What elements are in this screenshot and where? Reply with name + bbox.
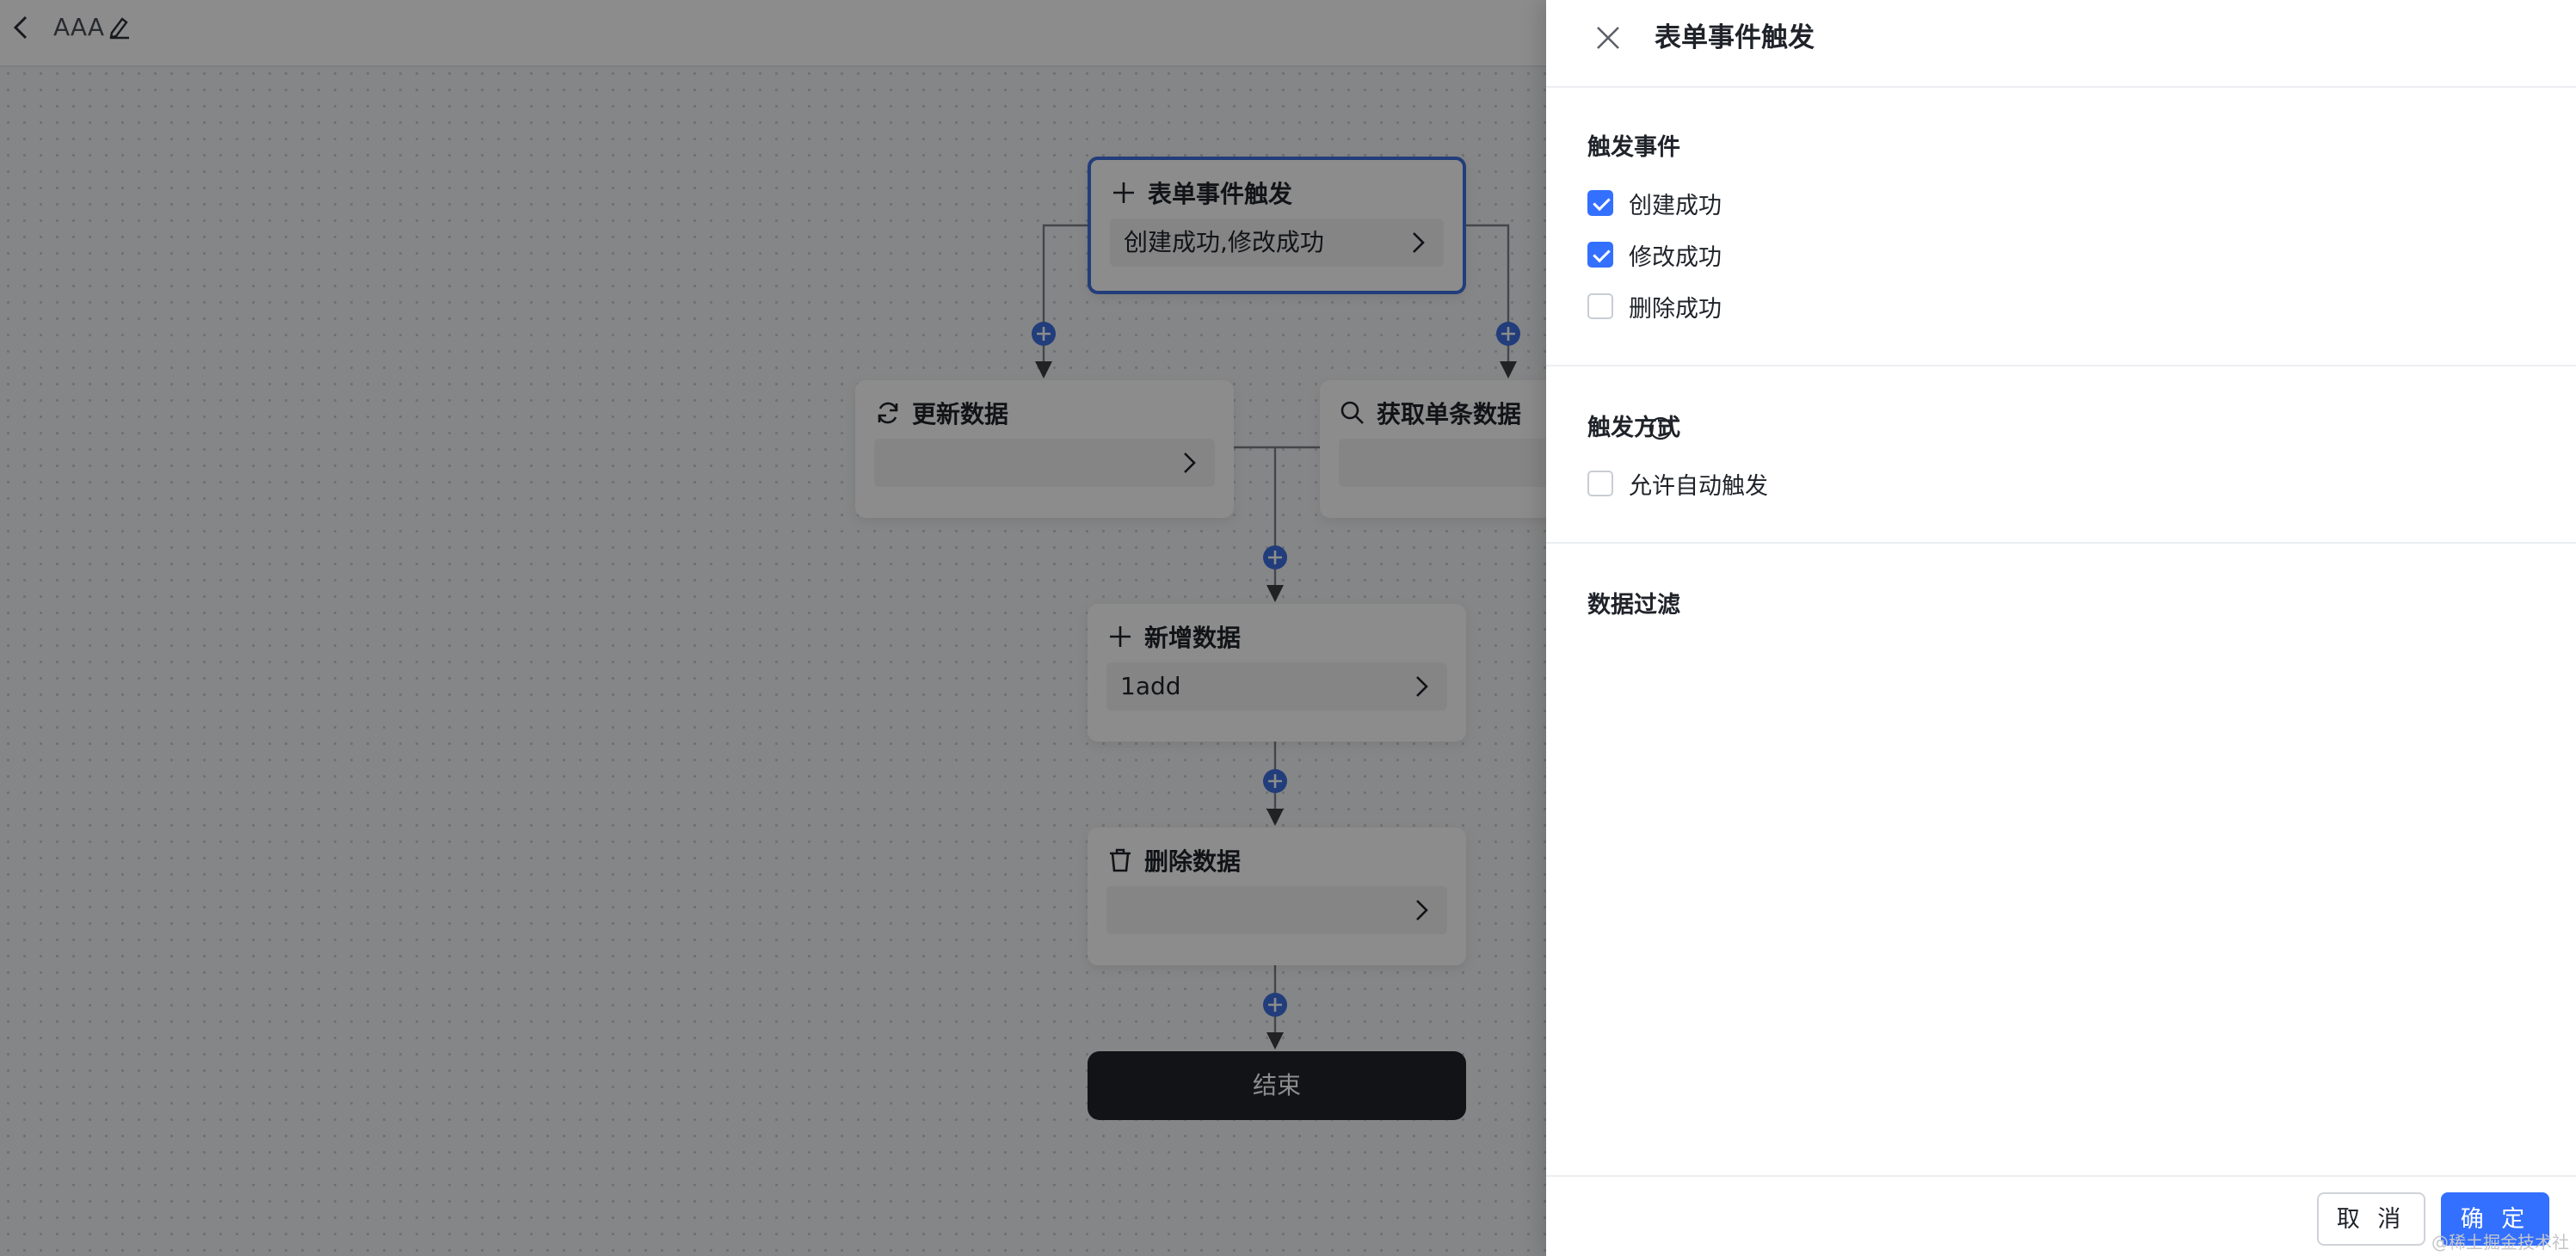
divider: [1546, 542, 2576, 544]
section-title-filter: 数据过滤: [1587, 592, 1680, 619]
checkbox-updated[interactable]: 修改成功: [1587, 237, 1722, 272]
cancel-button[interactable]: 取 消: [2317, 1192, 2425, 1246]
checkbox-deleted[interactable]: 删除成功: [1587, 289, 1722, 323]
info-icon[interactable]: [1648, 416, 1673, 441]
drawer-title: 表单事件触发: [1655, 22, 1815, 53]
close-icon[interactable]: [1594, 24, 1622, 52]
checkbox-label: 允许自动触发: [1629, 472, 1768, 500]
checkbox[interactable]: [1587, 190, 1613, 216]
checkbox-created[interactable]: 创建成功: [1587, 186, 1722, 220]
section-title-events: 触发事件: [1587, 134, 1680, 161]
divider: [1546, 365, 2576, 366]
modal-overlay[interactable]: [0, 0, 1546, 1256]
checkbox-label: 创建成功: [1629, 192, 1722, 219]
checkbox-label: 修改成功: [1629, 243, 1722, 271]
config-drawer: 表单事件触发 触发事件 创建成功 修改成功 删除成功 触发方式 允许自动触发 数…: [1546, 0, 2576, 1256]
checkbox-auto-trigger[interactable]: 允许自动触发: [1587, 466, 1768, 501]
checkbox[interactable]: [1587, 471, 1613, 496]
checkbox[interactable]: [1587, 293, 1613, 319]
watermark: @稀土掘金技术社区: [2431, 1232, 2569, 1253]
checkbox[interactable]: [1587, 242, 1613, 268]
drawer-footer: 取 消 确 定: [1546, 1175, 2576, 1256]
checkbox-label: 删除成功: [1629, 295, 1722, 323]
drawer-header: 表单事件触发: [1546, 0, 2576, 88]
